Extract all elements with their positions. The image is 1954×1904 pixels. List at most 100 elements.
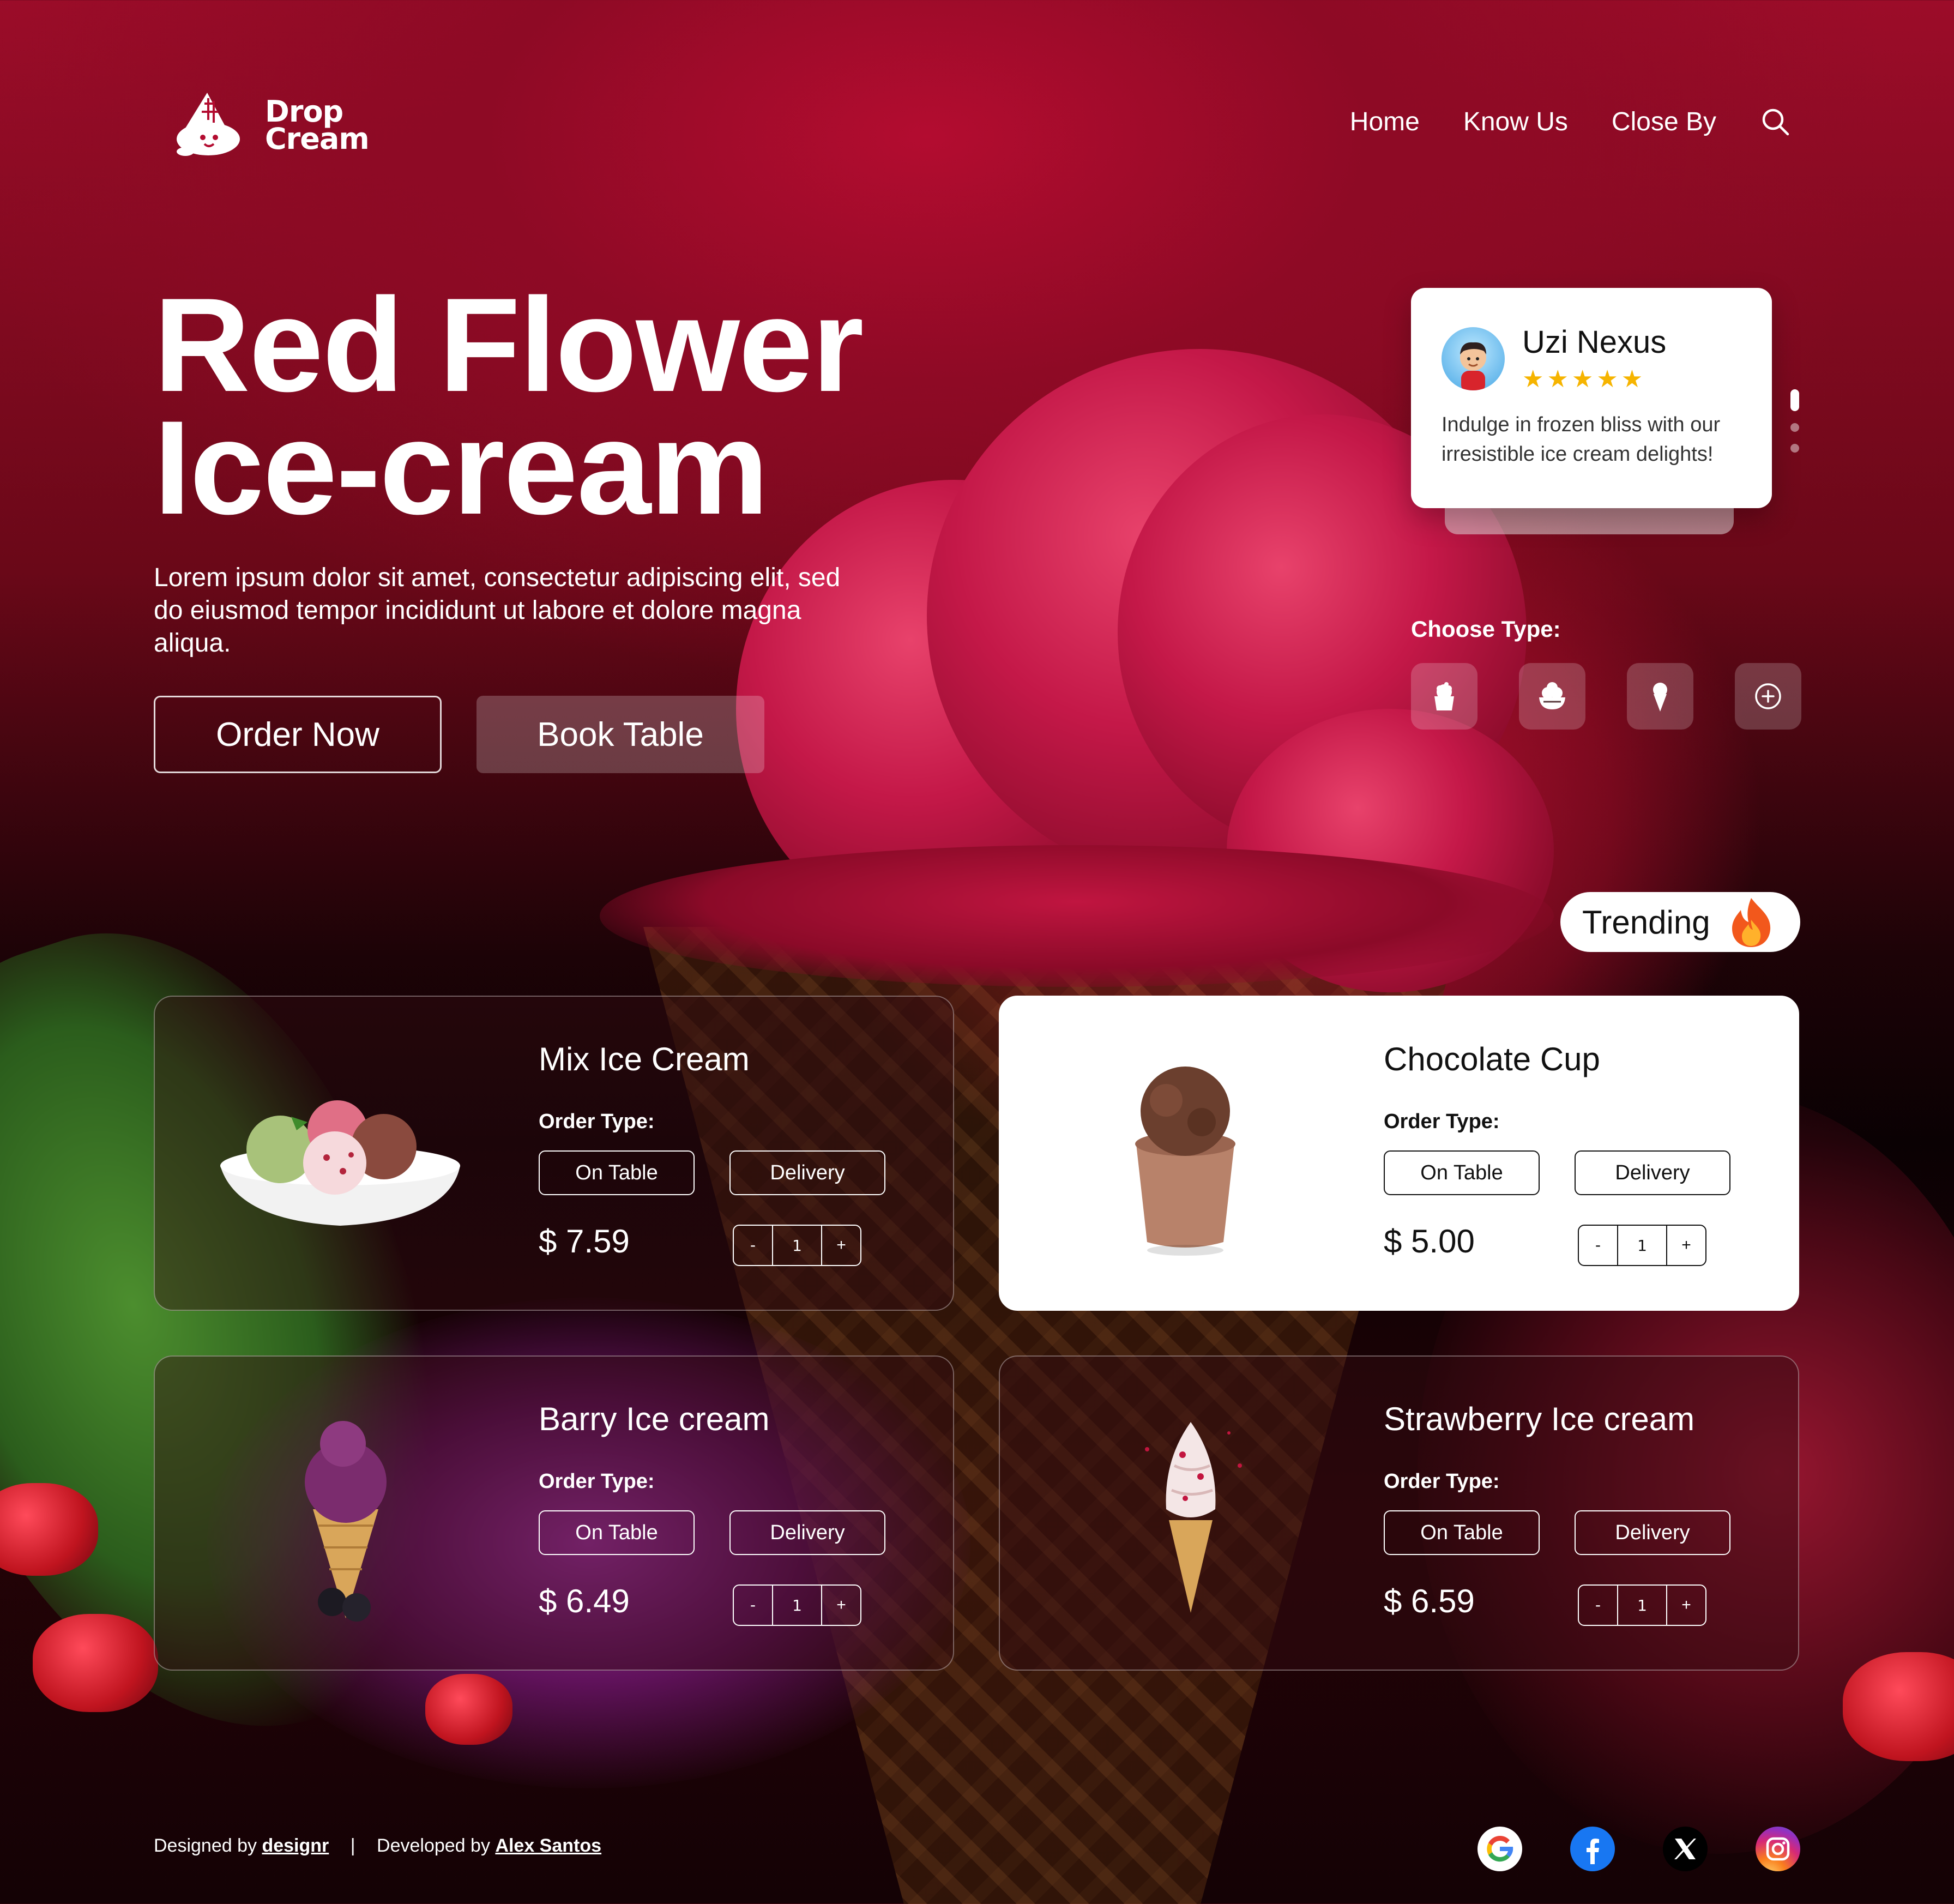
on-table-option[interactable]: On Table <box>1384 1510 1540 1555</box>
designer-link[interactable]: designr <box>262 1835 329 1856</box>
trending-badge[interactable]: Trending <box>1560 892 1800 952</box>
type-bowl-button[interactable] <box>1519 663 1585 730</box>
hero-title: Red Flower Ice-cream <box>154 270 864 542</box>
x-link[interactable] <box>1663 1827 1708 1871</box>
slider-dot[interactable] <box>1790 444 1799 453</box>
choose-type-label: Choose Type: <box>1411 616 1561 642</box>
on-table-option[interactable]: On Table <box>539 1510 695 1555</box>
quantity-stepper: - 1 + <box>1578 1225 1706 1266</box>
ice-cream-logo-icon <box>177 93 240 156</box>
decrement-button[interactable]: - <box>734 1226 772 1265</box>
product-card-mix-ice-cream[interactable]: Mix Ice Cream Order Type: On Table Deliv… <box>154 996 954 1311</box>
nav-close-by[interactable]: Close By <box>1612 107 1716 137</box>
facebook-link[interactable] <box>1570 1827 1615 1871</box>
quantity-stepper: - 1 + <box>733 1584 861 1626</box>
bowl-icon <box>1539 682 1565 709</box>
decrement-button[interactable]: - <box>734 1586 772 1625</box>
brand-name: Drop Cream <box>265 97 370 156</box>
strawberry-decoration <box>0 1483 98 1576</box>
quantity-stepper: - 1 + <box>1578 1584 1706 1626</box>
developer-link[interactable]: Alex Santos <box>495 1835 601 1856</box>
social-links <box>1477 1827 1800 1871</box>
facebook-icon <box>1587 1839 1599 1864</box>
delivery-option[interactable]: Delivery <box>1575 1150 1730 1195</box>
increment-button[interactable]: + <box>1667 1226 1705 1265</box>
ice-cream-scoop-background <box>736 480 1172 938</box>
strawberry-decoration <box>425 1674 512 1745</box>
review-slider-dots <box>1790 389 1799 453</box>
type-add-button[interactable] <box>1735 663 1801 730</box>
ice-cream-scoop-background <box>927 349 1472 883</box>
product-price: $ 6.59 <box>1384 1583 1475 1619</box>
decrement-button[interactable]: - <box>1579 1226 1617 1265</box>
quantity-stepper: - 1 + <box>733 1225 861 1266</box>
nav-home[interactable]: Home <box>1350 107 1420 137</box>
product-title: Chocolate Cup <box>1384 1041 1600 1077</box>
type-cup-button[interactable] <box>1411 663 1477 730</box>
order-type-label: Order Type: <box>539 1110 655 1133</box>
star-rating: ★★★★★ <box>1522 365 1647 393</box>
cup-icon <box>1434 682 1454 710</box>
book-table-button[interactable]: Book Table <box>477 696 764 773</box>
strawberry-ice-cream-image <box>1145 1422 1242 1613</box>
product-card-strawberry-ice-cream[interactable]: Strawberry Ice cream Order Type: On Tabl… <box>999 1355 1799 1671</box>
main-nav: Home Know Us Close By <box>1350 106 1790 137</box>
product-price: $ 6.49 <box>539 1583 630 1619</box>
syrup-drip-background <box>600 845 1554 987</box>
google-icon <box>1487 1835 1513 1862</box>
type-cone-button[interactable] <box>1627 663 1693 730</box>
strawberry-decoration <box>1843 1652 1954 1761</box>
designed-by-label: Designed by <box>154 1835 257 1856</box>
review-text: Indulge in frozen bliss with our irresis… <box>1442 413 1721 466</box>
order-type-label: Order Type: <box>539 1470 655 1493</box>
slider-dot-active[interactable] <box>1790 389 1799 411</box>
increment-button[interactable]: + <box>822 1586 860 1625</box>
delivery-option[interactable]: Delivery <box>729 1150 885 1195</box>
avatar <box>1442 327 1505 390</box>
on-table-option[interactable]: On Table <box>1384 1150 1540 1195</box>
increment-button[interactable]: + <box>822 1226 860 1265</box>
search-icon[interactable] <box>1760 106 1790 137</box>
brand-name-line2: Cream <box>265 122 370 156</box>
quantity-value[interactable]: 1 <box>772 1226 822 1265</box>
product-title: Barry Ice cream <box>539 1401 770 1437</box>
brand-logo[interactable]: Drop Cream <box>174 87 370 164</box>
instagram-icon <box>1766 1837 1790 1861</box>
developed-by-label: Developed by <box>377 1835 490 1856</box>
order-now-button[interactable]: Order Now <box>154 696 442 773</box>
product-card-barry-ice-cream[interactable]: Barry Ice cream Order Type: On Table Del… <box>154 1355 954 1671</box>
delivery-option[interactable]: Delivery <box>729 1510 885 1555</box>
fire-icon <box>1732 898 1770 947</box>
mix-ice-cream-image <box>220 1100 460 1226</box>
increment-button[interactable]: + <box>1667 1586 1705 1625</box>
on-table-option[interactable]: On Table <box>539 1150 695 1195</box>
product-title: Mix Ice Cream <box>539 1041 750 1077</box>
product-card-chocolate-cup[interactable]: Chocolate Cup Order Type: On Table Deliv… <box>999 996 1799 1311</box>
instagram-link[interactable] <box>1756 1827 1800 1871</box>
berry-ice-cream-image <box>305 1421 387 1622</box>
hero-title-line2: Ice-cream <box>154 393 769 542</box>
choose-type-options <box>1411 663 1801 730</box>
reviewer-name: Uzi Nexus <box>1522 324 1667 360</box>
hero-title-line1: Red Flower <box>154 270 864 419</box>
cone-icon <box>1653 683 1667 712</box>
trending-label: Trending <box>1582 903 1710 941</box>
quantity-value[interactable]: 1 <box>1617 1586 1667 1625</box>
quantity-value[interactable]: 1 <box>772 1586 822 1625</box>
product-price: $ 5.00 <box>1384 1223 1475 1260</box>
delivery-option[interactable]: Delivery <box>1575 1510 1730 1555</box>
product-title: Strawberry Ice cream <box>1384 1401 1695 1437</box>
strawberry-decoration <box>33 1614 158 1712</box>
nav-know-us[interactable]: Know Us <box>1463 107 1568 137</box>
chocolate-cup-image <box>1135 1067 1235 1256</box>
quantity-value[interactable]: 1 <box>1617 1226 1667 1265</box>
ice-cream-scoop-background <box>1227 709 1554 992</box>
product-price: $ 7.59 <box>539 1223 630 1260</box>
hero-description: Lorem ipsum dolor sit amet, consectetur … <box>154 563 841 658</box>
footer-credits: Designed by designr | Developed by Alex … <box>154 1835 601 1857</box>
google-link[interactable] <box>1477 1827 1522 1871</box>
decrement-button[interactable]: - <box>1579 1586 1617 1625</box>
slider-dot[interactable] <box>1790 423 1799 432</box>
order-type-label: Order Type: <box>1384 1110 1500 1133</box>
order-type-label: Order Type: <box>1384 1470 1500 1493</box>
